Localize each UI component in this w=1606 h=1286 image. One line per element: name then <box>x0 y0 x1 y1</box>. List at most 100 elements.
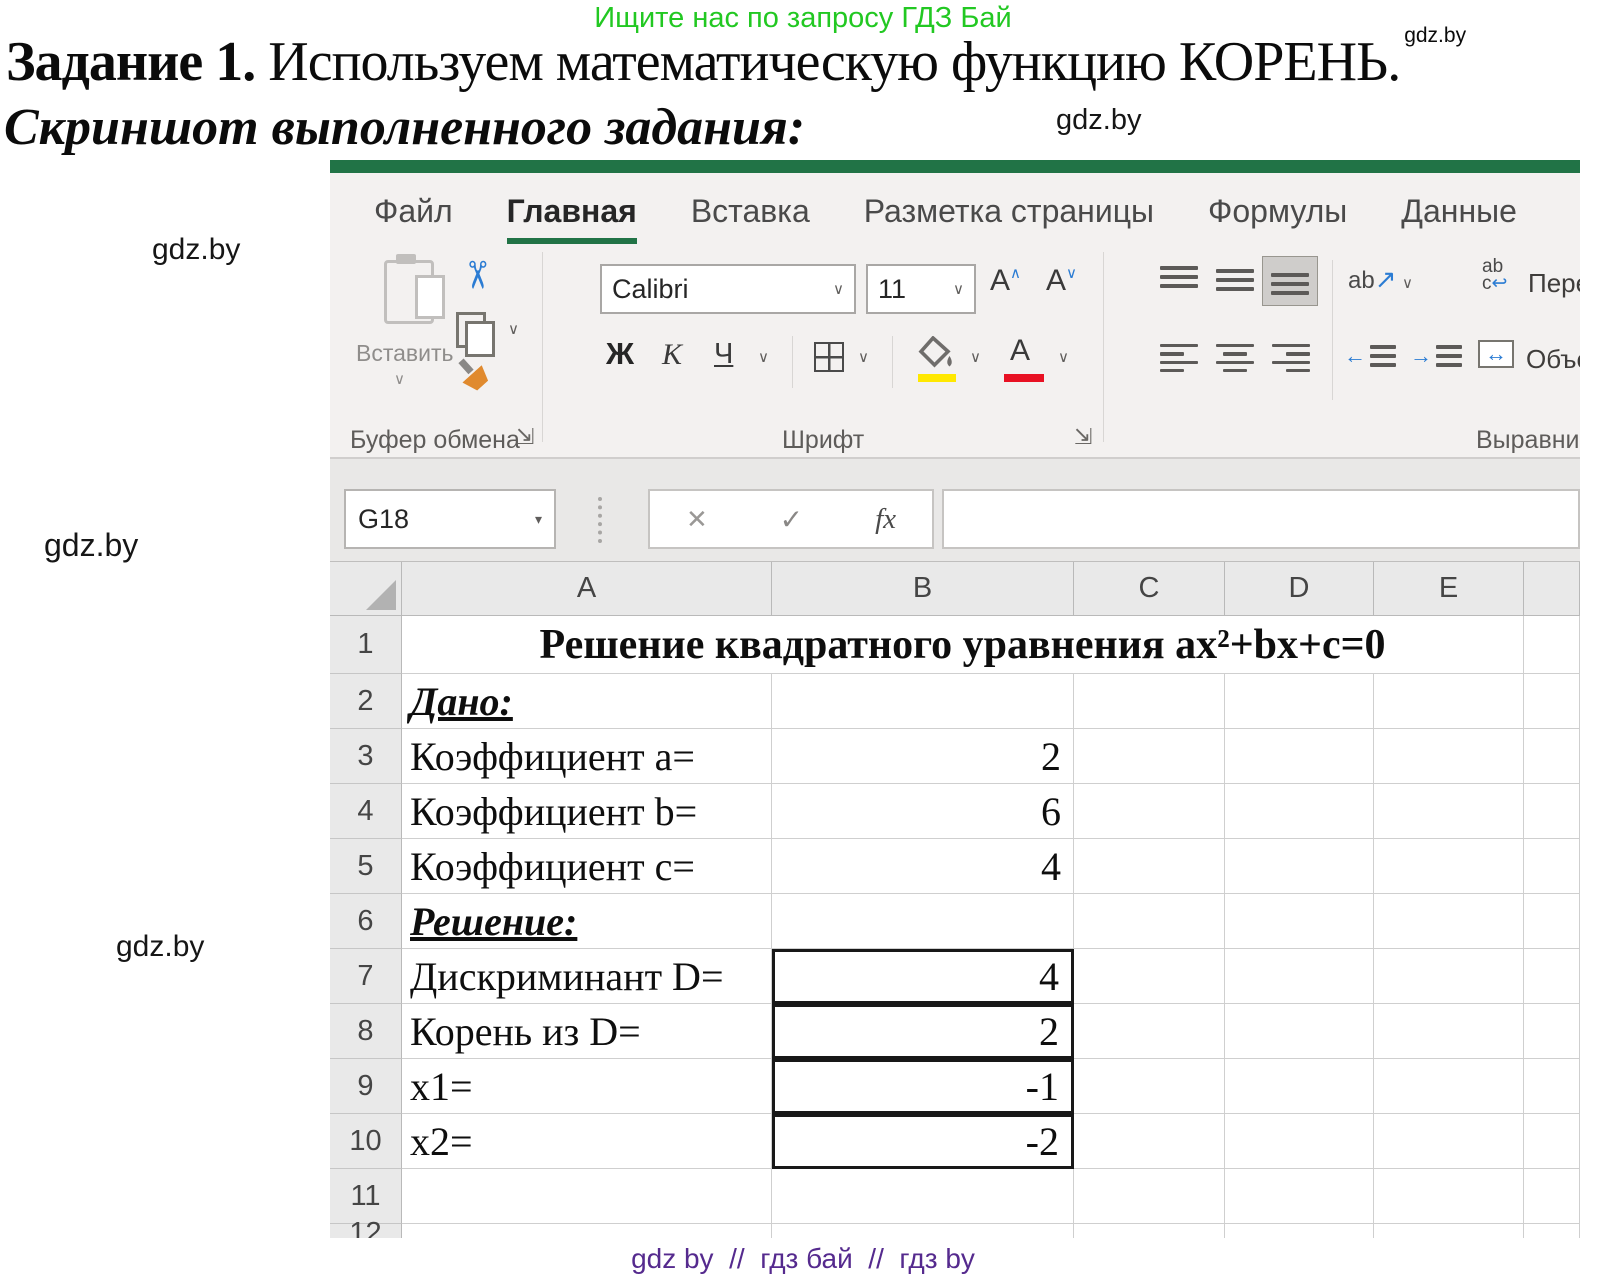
cell[interactable] <box>1225 1004 1374 1059</box>
cell[interactable] <box>1374 1224 1524 1238</box>
cell-a11[interactable] <box>402 1169 772 1224</box>
column-header-b[interactable]: B <box>772 562 1074 616</box>
font-dialog-launcher-icon[interactable]: ⇲ <box>1074 424 1092 450</box>
align-right-icon[interactable] <box>1272 344 1310 372</box>
cell[interactable] <box>1374 784 1524 839</box>
cell[interactable] <box>1374 894 1524 949</box>
tab-data[interactable]: Данные <box>1401 173 1517 250</box>
row-header[interactable]: 12 <box>330 1224 402 1238</box>
cell-title[interactable]: Решение квадратного уравнения ax²+bx+c=0 <box>402 616 1524 674</box>
cell-b7[interactable]: 4 <box>772 949 1074 1004</box>
cell[interactable] <box>1524 839 1580 894</box>
row-header[interactable]: 11 <box>330 1169 402 1224</box>
cell[interactable] <box>1225 1169 1374 1224</box>
cell-b5[interactable]: 4 <box>772 839 1074 894</box>
row-header[interactable]: 3 <box>330 729 402 784</box>
cell[interactable] <box>1074 674 1225 729</box>
cell[interactable] <box>1074 784 1225 839</box>
cell[interactable] <box>1524 1169 1580 1224</box>
cell[interactable] <box>1225 729 1374 784</box>
cell[interactable] <box>1074 1059 1225 1114</box>
italic-button[interactable]: К <box>662 338 682 372</box>
cell[interactable] <box>1524 674 1580 729</box>
cell-a4[interactable]: Коэффициент b= <box>402 784 772 839</box>
align-top-icon[interactable] <box>1160 266 1198 294</box>
merge-center-icon[interactable]: ↔ <box>1478 340 1514 368</box>
row-header[interactable]: 1 <box>330 616 402 674</box>
wrap-text-button[interactable]: Пере <box>1528 268 1580 299</box>
increase-font-icon[interactable]: А∧ <box>990 264 1021 298</box>
cell[interactable] <box>1524 1004 1580 1059</box>
chevron-down-icon[interactable]: ∨ <box>953 280 964 298</box>
tab-page-layout[interactable]: Разметка страницы <box>864 173 1154 250</box>
cell-a8[interactable]: Корень из D= <box>402 1004 772 1059</box>
cell-b11[interactable] <box>772 1169 1074 1224</box>
enter-icon[interactable]: ✓ <box>780 503 803 536</box>
cell[interactable] <box>1374 1004 1524 1059</box>
paste-icon[interactable] <box>384 260 434 324</box>
cell-b2[interactable] <box>772 674 1074 729</box>
cell[interactable] <box>1225 839 1374 894</box>
cell[interactable] <box>1524 1059 1580 1114</box>
cell[interactable] <box>402 1224 772 1238</box>
row-header[interactable]: 5 <box>330 839 402 894</box>
decrease-indent-icon[interactable]: ← <box>1344 342 1396 370</box>
cell-a9[interactable]: x1= <box>402 1059 772 1114</box>
cell-a6[interactable]: Решение: <box>402 894 772 949</box>
clipboard-dialog-launcher-icon[interactable]: ⇲ <box>516 424 534 450</box>
cell[interactable] <box>1374 949 1524 1004</box>
column-header-d[interactable]: D <box>1225 562 1374 616</box>
cell-b10[interactable]: -2 <box>772 1114 1074 1169</box>
column-header-e[interactable]: E <box>1374 562 1524 616</box>
tab-home[interactable]: Главная <box>507 173 637 250</box>
cell[interactable] <box>1225 674 1374 729</box>
row-header[interactable]: 7 <box>330 949 402 1004</box>
borders-dropdown-caret[interactable]: ∨ <box>858 348 869 366</box>
cut-icon[interactable]: ✂ <box>457 259 495 291</box>
paste-button[interactable]: Вставить <box>356 340 454 367</box>
cell-a5[interactable]: Коэффициент c= <box>402 839 772 894</box>
cancel-icon[interactable]: ✕ <box>686 504 708 535</box>
cell[interactable] <box>1524 949 1580 1004</box>
row-header[interactable]: 8 <box>330 1004 402 1059</box>
select-all-corner[interactable] <box>330 562 402 616</box>
underline-button[interactable]: Ч <box>714 338 733 371</box>
cell[interactable] <box>1374 1059 1524 1114</box>
column-header-c[interactable]: C <box>1074 562 1225 616</box>
row-header[interactable]: 10 <box>330 1114 402 1169</box>
decrease-font-icon[interactable]: А∨ <box>1046 264 1077 298</box>
cell[interactable] <box>1225 1224 1374 1238</box>
cell[interactable] <box>1074 1169 1225 1224</box>
cell-a7[interactable]: Дискриминант D= <box>402 949 772 1004</box>
cell[interactable] <box>1524 616 1580 674</box>
cell[interactable] <box>1374 729 1524 784</box>
cell[interactable] <box>1374 1114 1524 1169</box>
row-header[interactable]: 2 <box>330 674 402 729</box>
increase-indent-icon[interactable]: → <box>1410 342 1462 370</box>
cell-b6[interactable] <box>772 894 1074 949</box>
cell[interactable] <box>1524 894 1580 949</box>
cell-b4[interactable]: 6 <box>772 784 1074 839</box>
borders-icon[interactable] <box>814 342 844 372</box>
cell[interactable] <box>1374 674 1524 729</box>
chevron-down-icon[interactable]: ∨ <box>833 280 844 298</box>
orientation-caret[interactable]: ∨ <box>1402 274 1413 292</box>
name-box[interactable]: G18 ▾ <box>344 489 556 549</box>
cell[interactable] <box>1225 1114 1374 1169</box>
cell[interactable] <box>1074 1114 1225 1169</box>
cell-b3[interactable]: 2 <box>772 729 1074 784</box>
cell[interactable] <box>1225 784 1374 839</box>
fill-color-caret[interactable]: ∨ <box>970 348 981 366</box>
cell[interactable] <box>1074 839 1225 894</box>
cell-a3[interactable]: Коэффициент a= <box>402 729 772 784</box>
cell-b9[interactable]: -1 <box>772 1059 1074 1114</box>
cell[interactable] <box>1524 784 1580 839</box>
font-color-caret[interactable]: ∨ <box>1058 348 1069 366</box>
align-middle-icon[interactable] <box>1216 266 1254 294</box>
column-header-f[interactable] <box>1524 562 1580 616</box>
cell[interactable] <box>1225 1059 1374 1114</box>
cell[interactable] <box>1074 894 1225 949</box>
align-left-icon[interactable] <box>1160 344 1198 372</box>
tab-file[interactable]: Файл <box>374 173 453 250</box>
cell[interactable] <box>1374 1169 1524 1224</box>
